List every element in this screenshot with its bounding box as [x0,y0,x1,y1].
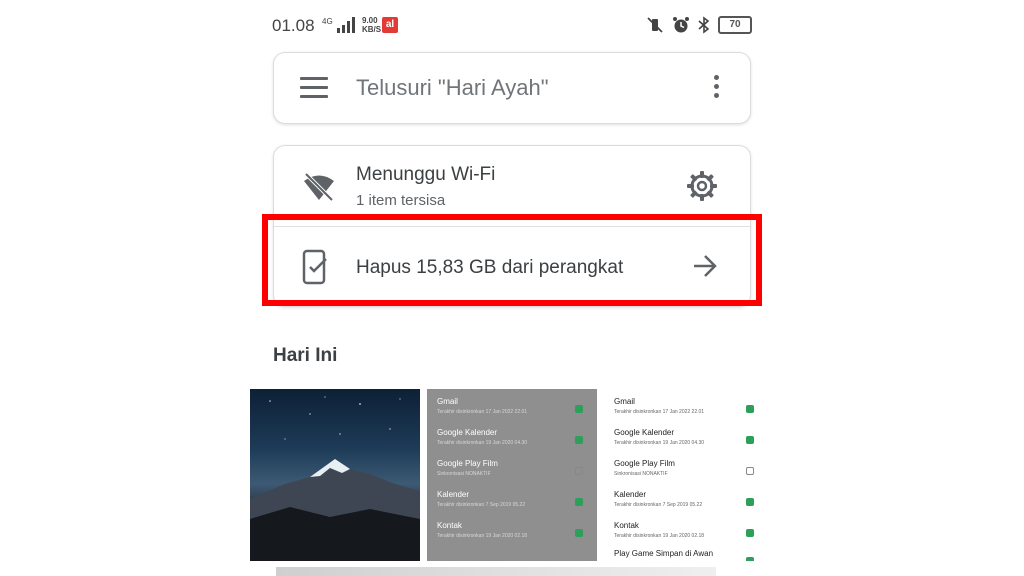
list-item-date: Terakhir disinkronkan 19 Jan 2020 02.18 [437,533,528,539]
battery-icon: 70 [718,16,752,34]
list-item-name: Kalender [437,490,470,499]
list-item-name: Google Play Film [437,459,498,468]
list-item-name: Google Kalender [614,428,675,437]
list-item-name: Gmail [614,397,635,406]
network-speed-unit: KB/S [362,25,382,34]
checkbox-checked [575,498,583,506]
list-item: Play Game Simpan di Awan [614,549,754,561]
checkbox-checked [746,405,754,413]
checkbox-checked [575,405,583,413]
list-item-date: Terakhir disinkronkan 19 Jan 2020 04.30 [437,440,528,446]
search-input[interactable]: Telusuri "Hari Ayah" [356,75,549,101]
list-item-name: Kontak [437,521,462,530]
checkbox-checked [575,436,583,444]
list-item-date: Sinkronisasi NONAKTIF [437,471,491,477]
highlight-box [262,214,762,306]
search-bar[interactable]: Telusuri "Hari Ayah" [273,52,751,124]
list-item-name: Play Game Simpan di Awan [614,549,714,558]
next-thumbnail-row [276,567,716,576]
menu-icon[interactable] [300,77,328,99]
signal-icon [337,17,355,33]
list-item-date: Terakhir disinkronkan 17 Jan 2022 22.01 [437,409,528,415]
alarm-icon [673,17,689,33]
checkbox-checked [746,529,754,537]
mute-icon [647,17,663,33]
bluetooth-icon [698,16,710,34]
list-item-date: Terakhir disinkronkan 7 Sep 2019 05.22 [614,502,703,508]
list-item-name: Gmail [437,397,458,406]
mountain-image [250,396,420,561]
list-item-name: Google Kalender [437,428,498,437]
checkbox-checked [746,557,754,561]
status-right-icons: 70 [646,16,752,34]
status-bar: 01.08 4G 9.00 KB/S al 70 [272,14,752,38]
list-item-date: Terakhir disinkronkan 17 Jan 2022 22.01 [614,409,705,415]
list-item-date: Terakhir disinkronkan 19 Jan 2020 02.18 [614,533,705,539]
list-item: Gmail Terakhir disinkronkan 17 Jan 2022 … [437,397,583,427]
checkbox-unchecked [746,467,754,475]
list-item: Kontak Terakhir disinkronkan 19 Jan 2020… [614,521,754,551]
wifi-off-icon [304,172,334,202]
more-vert-icon[interactable] [714,75,720,101]
network-type: 4G [322,17,333,26]
list-item-name: Kontak [614,521,639,530]
list-item-date: Terakhir disinkronkan 19 Jan 2020 04.30 [614,440,705,446]
photo-thumbnail-mountain[interactable] [250,389,420,561]
screenshot-thumbnail-sync-grey[interactable]: Gmail Terakhir disinkronkan 17 Jan 2022 … [427,389,597,561]
list-item: Gmail Terakhir disinkronkan 17 Jan 2022 … [614,397,754,427]
list-item: Kontak Terakhir disinkronkan 19 Jan 2020… [437,521,583,551]
list-item-date: Sinkronisasi NONAKTIF [614,471,668,477]
carrier-badge: al [382,17,398,33]
wifi-waiting-subtitle: 1 item tersisa [356,192,446,209]
list-item-date: Terakhir disinkronkan 7 Sep 2019 05.22 [437,502,526,508]
status-time: 01.08 [272,16,315,35]
checkbox-checked [746,436,754,444]
checkbox-checked [575,529,583,537]
list-item: Google Play Film Sinkronisasi NONAKTIF [437,459,583,489]
list-item: Kalender Terakhir disinkronkan 7 Sep 201… [614,490,754,520]
checkbox-checked [746,498,754,506]
network-speed: 9.00 KB/S [362,16,381,34]
list-item: Google Kalender Terakhir disinkronkan 19… [614,428,754,458]
list-item-name: Kalender [614,490,647,499]
checkbox-unchecked [575,467,583,475]
settings-icon[interactable] [686,170,718,202]
wifi-waiting-title: Menunggu Wi-Fi [356,164,496,185]
list-item-name: Google Play Film [614,459,675,468]
list-item: Google Play Film Sinkronisasi NONAKTIF [614,459,754,489]
list-item: Kalender Terakhir disinkronkan 7 Sep 201… [437,490,583,520]
list-item: Google Kalender Terakhir disinkronkan 19… [437,428,583,458]
network-speed-value: 9.00 [362,16,378,25]
screenshot-thumbnail-sync-white[interactable]: Gmail Terakhir disinkronkan 17 Jan 2022 … [604,389,768,561]
section-title: Hari Ini [273,345,338,366]
